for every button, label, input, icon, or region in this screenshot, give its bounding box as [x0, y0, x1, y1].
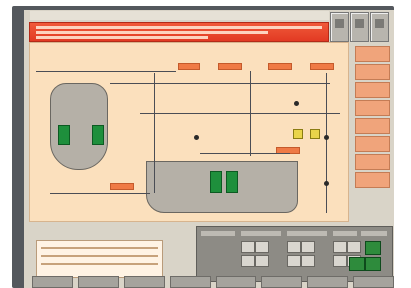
side-nav-button[interactable] [355, 154, 390, 170]
valve[interactable] [324, 181, 329, 186]
control-button[interactable] [301, 255, 315, 267]
tank-indicator-right [226, 171, 238, 193]
function-key[interactable] [261, 276, 303, 288]
control-section-header [361, 231, 387, 236]
trend-row [41, 255, 158, 257]
start-button[interactable] [365, 241, 381, 255]
control-section-header [287, 231, 327, 236]
function-key[interactable] [215, 276, 257, 288]
pipe [326, 73, 327, 213]
valve[interactable] [324, 135, 329, 140]
trend-panel [36, 240, 163, 278]
side-nav-button[interactable] [355, 64, 390, 80]
control-button[interactable] [287, 241, 301, 253]
control-button[interactable] [347, 241, 361, 253]
pipe [50, 193, 150, 194]
equipment-label [178, 63, 200, 70]
control-button[interactable] [255, 255, 269, 267]
side-nav-button[interactable] [355, 82, 390, 98]
function-key[interactable] [77, 276, 119, 288]
process-diagram [29, 42, 349, 222]
equipment-label [218, 63, 242, 70]
function-key[interactable] [169, 276, 211, 288]
control-button[interactable] [287, 255, 301, 267]
pipe [110, 83, 330, 84]
side-nav-button[interactable] [355, 100, 390, 116]
alarm-banner[interactable] [29, 22, 329, 42]
menu-bar [30, 11, 329, 20]
pipe [140, 113, 340, 114]
side-nav-button[interactable] [355, 46, 390, 62]
toolbar-button-3[interactable] [370, 12, 389, 42]
control-button[interactable] [255, 241, 269, 253]
side-nav-button[interactable] [355, 172, 390, 188]
hmi-screen [24, 10, 394, 288]
function-key[interactable] [32, 276, 73, 288]
pump[interactable] [310, 129, 320, 139]
bottom-function-bar [32, 276, 394, 288]
alarm-line [36, 31, 268, 34]
pipe [200, 153, 290, 154]
control-section-header [201, 231, 235, 236]
valve[interactable] [194, 135, 199, 140]
control-button[interactable] [301, 241, 315, 253]
toolbar-button-1[interactable] [330, 12, 349, 42]
gear-icon [335, 19, 344, 28]
function-key[interactable] [123, 276, 165, 288]
settings-icon [375, 19, 384, 28]
start-button[interactable] [365, 257, 381, 271]
function-key[interactable] [353, 276, 394, 288]
control-section-header [241, 231, 281, 236]
reactor-temp-indicator [92, 125, 104, 145]
document-icon [355, 19, 364, 28]
equipment-label [310, 63, 334, 70]
control-panel [196, 226, 393, 282]
trend-row [41, 247, 158, 249]
valve[interactable] [294, 101, 299, 106]
pipe [36, 71, 176, 72]
function-key[interactable] [307, 276, 349, 288]
control-button[interactable] [333, 255, 347, 267]
pump[interactable] [293, 129, 303, 139]
side-navigation [350, 46, 390, 188]
control-button[interactable] [241, 255, 255, 267]
toolbar-button-2[interactable] [350, 12, 369, 42]
alarm-line [36, 36, 208, 39]
equipment-label [110, 183, 134, 190]
trend-row [41, 263, 158, 265]
control-button[interactable] [333, 241, 347, 253]
alarm-line [36, 26, 322, 29]
pipe [154, 73, 155, 193]
tank-indicator-left [210, 171, 222, 193]
start-button[interactable] [349, 257, 365, 271]
side-nav-button[interactable] [355, 136, 390, 152]
control-button[interactable] [241, 241, 255, 253]
pipe [250, 71, 251, 156]
equipment-label [268, 63, 292, 70]
side-nav-button[interactable] [355, 118, 390, 134]
main-tank[interactable] [146, 161, 298, 213]
reactor-level-indicator [58, 125, 70, 145]
control-section-header [333, 231, 357, 236]
